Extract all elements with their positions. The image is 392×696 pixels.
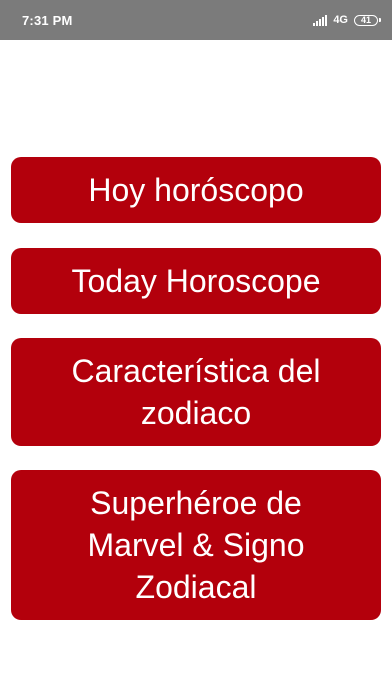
superheroe-marvel-label: Superhéroe de Marvel & Signo Zodiacal <box>87 485 305 605</box>
signal-icon <box>313 14 328 26</box>
battery-icon: 41 <box>354 14 381 26</box>
status-bar: 7:31 PM 4G 41 <box>0 0 392 40</box>
hoy-horoscopo-button[interactable]: Hoy horóscopo <box>11 157 381 223</box>
battery-level: 41 <box>360 15 371 25</box>
today-horoscope-label: Today Horoscope <box>71 263 321 299</box>
today-horoscope-button[interactable]: Today Horoscope <box>11 248 381 314</box>
caracteristica-zodiaco-label: Característica del zodiaco <box>71 353 321 431</box>
status-time: 7:31 PM <box>22 12 73 28</box>
status-icons: 4G 41 <box>313 14 381 26</box>
superheroe-marvel-button[interactable]: Superhéroe de Marvel & Signo Zodiacal <box>11 470 381 620</box>
caracteristica-zodiaco-button[interactable]: Característica del zodiaco <box>11 338 381 446</box>
network-type: 4G <box>333 14 348 26</box>
hoy-horoscopo-label: Hoy horóscopo <box>88 172 304 208</box>
